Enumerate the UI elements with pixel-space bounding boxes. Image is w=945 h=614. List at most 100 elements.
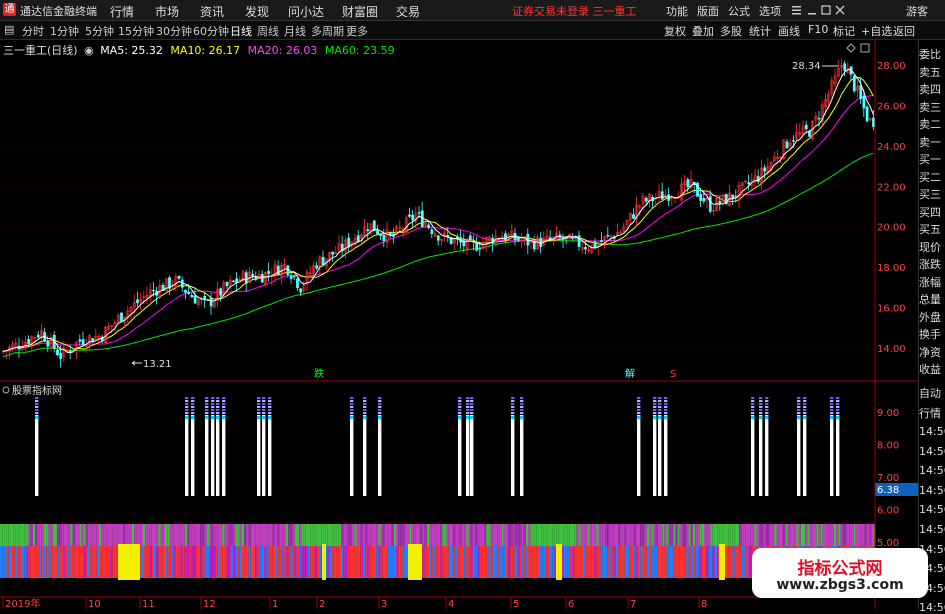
band-bottom-stripe <box>33 546 36 578</box>
side-label[interactable]: 行情 <box>919 405 945 421</box>
btn-tongji[interactable]: 统计 <box>749 23 771 39</box>
band-top-stripe <box>415 524 418 546</box>
period-fenshi[interactable]: 分时 <box>22 23 44 39</box>
settings-icon[interactable]: ◉ <box>84 44 94 57</box>
period-multi[interactable]: 多周期 <box>311 23 344 39</box>
btn-f10[interactable]: F10 <box>808 23 828 36</box>
period-30min[interactable]: 30分钟 <box>156 23 192 39</box>
band-top-stripe <box>233 524 236 546</box>
band-top-stripe <box>470 524 473 546</box>
indicator-bar-dot <box>191 412 195 414</box>
band-bottom-stripe <box>600 546 603 578</box>
btn-zixuan[interactable]: +自选 <box>861 23 892 39</box>
menu-jiaoyi[interactable]: 交易 <box>396 3 420 20</box>
band-bottom-stripe <box>202 546 205 578</box>
period-weekly[interactable]: 周线 <box>257 23 279 39</box>
band-top-stripe <box>24 524 27 546</box>
band-top-stripe <box>264 524 267 546</box>
x-tick-label: 12 <box>203 599 216 609</box>
indicator-bar-dot <box>378 403 382 405</box>
band-bottom-stripe <box>424 546 427 578</box>
side-label[interactable]: 自动 <box>919 385 945 401</box>
menu-caifuquan[interactable]: 财富圈 <box>342 3 378 20</box>
band-top-stripe <box>90 524 93 546</box>
period-more[interactable]: 更多 <box>346 23 368 39</box>
watermark-url: www.zbgs3.com <box>776 577 904 593</box>
indicator-bar-dot <box>803 403 807 405</box>
band-bottom-stripe <box>598 546 601 578</box>
menu-gongneng[interactable]: 功能 <box>666 3 688 19</box>
menu-faxian[interactable]: 发现 <box>245 3 269 20</box>
band-bottom-stripe <box>545 546 548 578</box>
band-top-stripe <box>352 524 355 546</box>
indicator-bar-dot <box>664 403 668 405</box>
list-icon[interactable] <box>792 6 801 15</box>
band-top-stripe <box>611 524 614 546</box>
indicator-bar-dot <box>751 406 755 408</box>
period-60min[interactable]: 60分钟 <box>193 23 229 39</box>
menu-banmian[interactable]: 版面 <box>697 3 719 19</box>
indicator-bar-dot <box>797 400 801 402</box>
period-15min[interactable]: 15分钟 <box>118 23 154 39</box>
guest-label[interactable]: 游客 <box>906 3 928 19</box>
period-1min[interactable]: 1分钟 <box>50 23 79 39</box>
band-top-stripe <box>547 524 550 546</box>
close-icon[interactable] <box>835 5 845 15</box>
indicator-bar <box>470 415 474 496</box>
period-monthly[interactable]: 月线 <box>284 23 306 39</box>
indicator-bar-dot <box>751 397 755 399</box>
s-marker: S <box>670 369 676 380</box>
band-top-stripe <box>657 524 660 546</box>
kline-chart[interactable]: 28.0026.0024.0022.0020.0018.0016.0014.00… <box>0 40 918 609</box>
period-5min[interactable]: 5分钟 <box>85 23 114 39</box>
menu-shichang[interactable]: 市场 <box>155 3 179 20</box>
indicator-bar-dot <box>363 409 367 411</box>
menu-gongshi[interactable]: 公式 <box>728 3 750 19</box>
btn-huaxian[interactable]: 画线 <box>778 23 800 39</box>
maximize-icon[interactable] <box>821 5 831 15</box>
candle-body <box>190 295 194 298</box>
band-bottom-stripe <box>112 546 115 578</box>
band-top-stripe <box>426 524 429 546</box>
band-top-stripe <box>653 524 656 546</box>
band-top-stripe <box>690 524 693 546</box>
btn-fanhui[interactable]: 返回 <box>893 23 915 39</box>
indicator-bar <box>664 415 668 496</box>
menu-xuanxiang[interactable]: 选项 <box>759 3 781 19</box>
band-top-stripe <box>391 524 394 546</box>
btn-duogu[interactable]: 多股 <box>720 23 742 39</box>
candle-body <box>382 234 386 242</box>
price-tick-label: 24.00 <box>877 142 906 153</box>
band-bottom-stripe <box>184 546 187 578</box>
btn-diejia[interactable]: 叠加 <box>692 23 714 39</box>
menu-wenxiaoda[interactable]: 问小达 <box>288 3 324 20</box>
band-bottom-stripe <box>193 546 196 578</box>
minimize-icon[interactable] <box>808 13 816 15</box>
band-bottom-stripe <box>154 546 157 578</box>
btn-fuquan[interactable]: 复权 <box>664 23 686 39</box>
indicator-bar-dot <box>222 406 226 408</box>
side-label: 14:56 <box>919 444 945 458</box>
ma20-label: MA20: 26.03 <box>247 44 318 57</box>
band-top-stripe <box>33 524 36 546</box>
band-top-stripe <box>180 524 183 546</box>
menu-hangqing[interactable]: 行情 <box>110 3 134 20</box>
menu-zixun[interactable]: 资讯 <box>200 3 224 20</box>
indicator-bar-dot <box>222 409 226 411</box>
period-daily[interactable]: 日线 <box>230 23 252 39</box>
band-bottom-stripe <box>297 546 300 578</box>
band-top-stripe <box>253 524 256 546</box>
band-top-stripe <box>772 524 775 546</box>
band-bottom-stripe <box>657 546 660 578</box>
btn-biaoji[interactable]: 标记 <box>833 23 855 39</box>
grid-icon[interactable]: ▤ <box>4 23 14 36</box>
band-top-stripe <box>481 524 484 546</box>
indicator-bar-dot <box>759 406 763 408</box>
price-tick-label: 14.00 <box>877 344 906 355</box>
band-bottom-stripe <box>250 546 253 578</box>
band-top-stripe <box>794 524 797 546</box>
indicator-bar-dot <box>759 409 763 411</box>
band-top-stripe <box>341 524 344 546</box>
band-top-stripe <box>145 524 148 546</box>
indicator-bar-cyan <box>466 416 470 419</box>
